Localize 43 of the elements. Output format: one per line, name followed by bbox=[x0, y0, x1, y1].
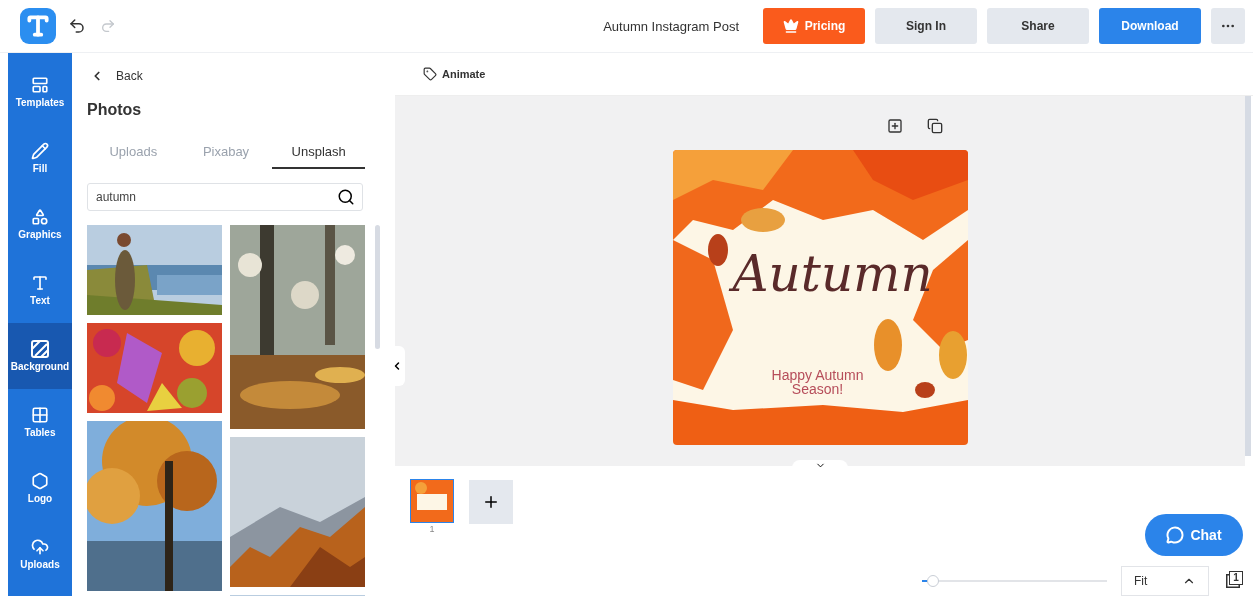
shapes-icon bbox=[31, 208, 49, 226]
source-tab[interactable]: Pixabay bbox=[179, 135, 273, 169]
sidebar-item[interactable]: Templates bbox=[8, 59, 72, 125]
chat-icon bbox=[1166, 526, 1185, 544]
pages-button[interactable]: 1 bbox=[1223, 571, 1243, 591]
add-page-button[interactable] bbox=[469, 480, 513, 524]
sidebar-item[interactable]: Logo bbox=[8, 455, 72, 521]
design-canvas[interactable]: Autumn Happy Autumn Season! bbox=[672, 149, 968, 445]
panel-title: Photos bbox=[87, 101, 143, 119]
hatched-square-icon bbox=[31, 340, 49, 358]
design-subtitle[interactable]: Happy Autumn Season! bbox=[762, 367, 873, 396]
pencil-icon bbox=[31, 142, 49, 160]
pricing-button[interactable]: Pricing bbox=[763, 8, 865, 44]
sidebar-item[interactable]: Fill bbox=[8, 125, 72, 191]
share-button[interactable]: Share bbox=[987, 8, 1089, 44]
source-tab[interactable]: Uploads bbox=[87, 135, 180, 169]
source-tab[interactable]: Unsplash bbox=[272, 135, 365, 169]
crown-icon bbox=[782, 18, 799, 34]
page-number: 1 bbox=[429, 524, 435, 534]
animate-button[interactable]: Animate bbox=[417, 65, 492, 82]
sidebar-item[interactable]: Graphics bbox=[8, 191, 72, 257]
sidebar-item[interactable]: Text bbox=[8, 257, 72, 323]
app-logo[interactable] bbox=[20, 8, 56, 44]
back-button[interactable]: Back bbox=[87, 53, 388, 83]
scrollbar-thumb[interactable] bbox=[375, 225, 380, 349]
document-title[interactable]: Autumn Instagram Post bbox=[603, 18, 739, 34]
plus-icon bbox=[482, 493, 500, 511]
text-icon bbox=[31, 274, 49, 292]
tag-icon bbox=[423, 66, 437, 81]
search-field[interactable]: autumn bbox=[87, 183, 363, 211]
sidebar-item[interactable]: Tables bbox=[8, 389, 72, 455]
table-icon bbox=[31, 406, 49, 424]
search-icon[interactable] bbox=[337, 188, 355, 206]
templates-icon bbox=[31, 76, 49, 94]
download-button[interactable]: Download bbox=[1099, 8, 1201, 44]
sign-in-button[interactable]: Sign In bbox=[875, 8, 977, 44]
sidebar-item[interactable]: Uploads bbox=[8, 521, 72, 587]
sidebar-item[interactable]: Background bbox=[8, 323, 72, 389]
page-thumbnail[interactable] bbox=[411, 480, 453, 522]
hexagon-icon bbox=[31, 472, 49, 490]
chat-button[interactable]: Chat bbox=[1145, 514, 1243, 556]
zoom-fit-dropdown[interactable]: Fit bbox=[1121, 566, 1209, 596]
cloud-upload-icon bbox=[31, 538, 49, 556]
